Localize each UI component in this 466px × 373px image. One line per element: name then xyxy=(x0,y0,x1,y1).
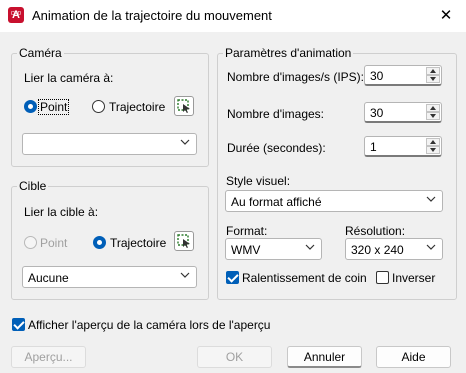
target-path-radio[interactable] xyxy=(93,236,106,249)
visual-style-value: Au format affiché xyxy=(231,195,322,209)
camera-pick-button[interactable] xyxy=(174,96,194,116)
duration-value: 1 xyxy=(370,140,377,154)
cancel-button[interactable]: Annuler xyxy=(287,346,362,368)
camera-link-label: Lier la caméra à: xyxy=(24,71,114,85)
target-legend: Cible xyxy=(17,179,49,193)
resolution-label: Résolution: xyxy=(345,224,406,238)
resolution-select[interactable]: 320 x 240 xyxy=(345,238,443,260)
target-link-label: Lier la cible à: xyxy=(24,205,99,219)
target-pick-button[interactable] xyxy=(174,231,194,251)
visual-style-label: Style visuel: xyxy=(226,174,291,188)
target-point-radio[interactable] xyxy=(24,236,37,249)
preview-button[interactable]: Aperçu... xyxy=(11,346,86,368)
format-label: Format: xyxy=(226,224,268,238)
spin-up-icon[interactable] xyxy=(426,67,440,75)
close-icon[interactable]: ✕ xyxy=(438,8,454,24)
duration-label: Durée (secondes): xyxy=(227,141,326,155)
fps-spinner[interactable]: 30 xyxy=(364,65,442,86)
animation-legend: Paramètres d'animation xyxy=(223,46,354,60)
fps-value: 30 xyxy=(370,69,384,83)
reverse-label: Inverser xyxy=(392,271,436,285)
format-select[interactable]: WMV xyxy=(225,238,322,260)
app-logo-sub: CAD xyxy=(10,11,22,17)
frames-value: 30 xyxy=(370,106,384,120)
reverse-checkbox[interactable] xyxy=(376,271,389,284)
frames-spinner[interactable]: 30 xyxy=(364,102,442,123)
pick-point-icon xyxy=(177,99,190,113)
duration-spinner[interactable]: 1 xyxy=(364,136,442,157)
format-value: WMV xyxy=(231,243,261,257)
window-title: Animation de la trajectoire du mouvement xyxy=(32,8,272,23)
camera-legend: Caméra xyxy=(17,46,64,60)
corner-slowdown-label: Ralentissement de coin xyxy=(242,271,367,285)
show-camera-preview-checkbox[interactable] xyxy=(12,318,25,331)
show-camera-preview-label: Afficher l'aperçu de la caméra lors de l… xyxy=(28,318,271,332)
camera-path-radio[interactable] xyxy=(92,100,105,113)
chevron-down-icon xyxy=(180,272,190,278)
spin-down-icon[interactable] xyxy=(426,75,440,83)
help-button[interactable]: Aide xyxy=(376,346,451,368)
frames-label: Nombre d'images: xyxy=(227,107,324,121)
chevron-down-icon xyxy=(305,244,315,250)
spin-down-icon[interactable] xyxy=(426,112,440,120)
target-path-label: Trajectoire xyxy=(110,236,167,250)
target-path-select[interactable]: Aucune xyxy=(22,266,197,288)
ok-button[interactable]: OK xyxy=(197,346,272,368)
spin-up-icon[interactable] xyxy=(426,104,440,112)
target-point-label: Point xyxy=(40,236,68,250)
spin-down-icon[interactable] xyxy=(426,146,440,154)
resolution-value: 320 x 240 xyxy=(351,243,404,257)
app-logo-icon: A CAD xyxy=(8,7,24,23)
visual-style-select[interactable]: Au format affiché xyxy=(225,190,443,212)
camera-point-radio[interactable] xyxy=(24,100,37,113)
chevron-down-icon xyxy=(180,139,190,145)
camera-path-select[interactable] xyxy=(22,133,197,155)
pick-point-icon xyxy=(177,234,190,248)
camera-point-label: Point xyxy=(38,99,70,115)
chevron-down-icon xyxy=(426,244,436,250)
spin-up-icon[interactable] xyxy=(426,138,440,146)
corner-slowdown-checkbox[interactable] xyxy=(226,271,239,284)
chevron-down-icon xyxy=(426,196,436,202)
fps-label: Nombre d'images/s (IPS): xyxy=(227,70,364,84)
target-path-value: Aucune xyxy=(28,271,69,285)
camera-path-label: Trajectoire xyxy=(109,100,166,114)
